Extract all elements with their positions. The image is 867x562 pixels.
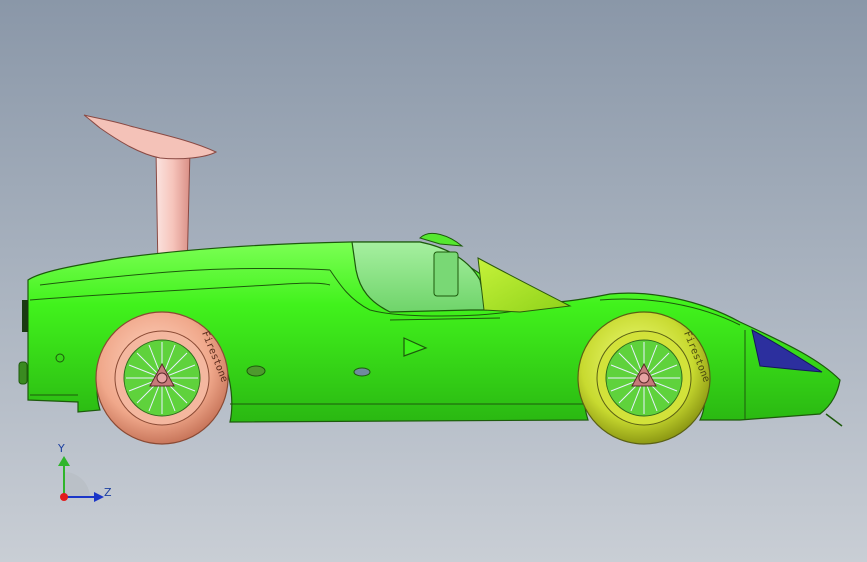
front-wheel: Firestone — [577, 311, 712, 445]
tail-light — [22, 300, 28, 332]
engine-deck — [477, 257, 572, 313]
coordinate-triad — [58, 456, 104, 502]
cad-graphics-area[interactable]: Firestone Firestone Y Z — [0, 0, 867, 562]
triad-z-label: Z — [104, 486, 112, 499]
front-splitter — [825, 413, 843, 427]
race-car-model[interactable]: Firestone Firestone — [0, 0, 867, 562]
x-axis-origin — [60, 493, 68, 501]
side-window — [433, 251, 459, 297]
triad-y-label: Y — [58, 442, 65, 455]
rear-wheel: Firestone — [95, 311, 230, 445]
door-handle — [353, 367, 371, 377]
air-intake-snorkel — [83, 114, 218, 273]
triad-arc — [64, 472, 90, 497]
headlight — [751, 329, 823, 373]
side-marker — [246, 365, 266, 377]
exhaust-tip — [18, 361, 28, 385]
